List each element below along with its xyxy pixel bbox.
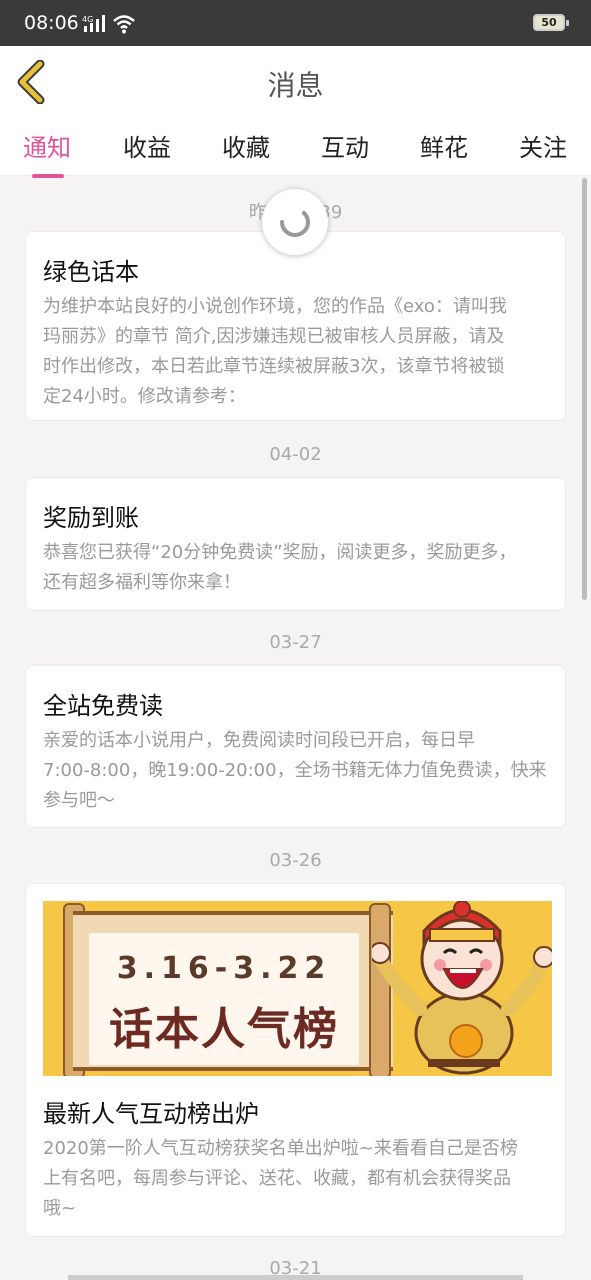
message-list[interactable]: 昨天 13:39 绿色话本 为维护本站良好的小说创作环境，您的作品《exo：请叫… [0,176,591,1280]
status-time: 08:06 [24,12,79,34]
scrollbar[interactable] [582,178,587,600]
tab-label: 通知 [23,134,71,162]
network-type-label: 4G [82,15,93,24]
date-separator: 03-27 [269,632,322,653]
tab-label: 互动 [321,134,369,162]
header-bar: 消息 [0,46,591,118]
tab-favorites[interactable]: 收藏 [201,128,291,163]
message-title: 全站免费读 [43,692,163,720]
message-card[interactable]: 3.16-3.22 话本人气榜 最新人气互动榜出炉 2020第一阶人气互动榜获奖… [25,883,566,1237]
tab-bar: 通知 收益 收藏 互动 鲜花 关注 [0,118,591,178]
tab-label: 收藏 [222,134,270,162]
message-body: 恭喜您已获得“20分钟免费读”奖励，阅读更多，奖励更多， 还有超多福利等你来拿！ [43,542,517,593]
message-card[interactable]: 奖励到账 恭喜您已获得“20分钟免费读”奖励，阅读更多，奖励更多， 还有超多福利… [25,477,566,611]
status-bar: 08:06 4G 50 [0,0,591,46]
page-title: 消息 [267,69,324,102]
tab-following[interactable]: 关注 [498,128,588,163]
message-title: 奖励到账 [43,504,139,532]
loading-spinner [262,189,328,255]
tab-flowers[interactable]: 鲜花 [399,128,489,163]
message-title: 绿色话本 [43,258,139,286]
bottom-edge-card [68,1275,523,1280]
tab-earnings[interactable]: 收益 [102,128,192,163]
banner-dates: 3.16-3.22 [116,951,332,986]
loading-icon [280,211,310,237]
signal-icon: 4G [82,15,105,32]
battery-icon: 50 [533,14,569,31]
tab-label: 鲜花 [420,134,468,162]
tab-interactions[interactable]: 互动 [300,128,390,163]
message-title: 最新人气互动榜出炉 [43,1100,259,1128]
date-separator: 03-26 [269,850,322,871]
date-separator: 04-02 [269,444,322,465]
banner-image: 3.16-3.22 话本人气榜 [43,901,552,1076]
tab-label: 关注 [519,134,567,162]
mascot-illustration [372,901,552,1075]
tab-notifications[interactable]: 通知 [2,128,92,178]
message-body: 2020第一阶人气互动榜获奖名单出炉啦~来看看自己是否榜 上有名吧，每周参与评论… [43,1138,518,1219]
banner-title: 话本人气榜 [109,1004,339,1055]
wifi-icon [113,15,135,34]
message-card[interactable]: 绿色话本 为维护本站良好的小说创作环境，您的作品《exo：请叫我 玛丽苏》的章节… [25,231,566,421]
message-body: 为维护本站良好的小说创作环境，您的作品《exo：请叫我 玛丽苏》的章节 简介,因… [43,296,507,407]
message-body: 亲爱的话本小说用户，免费阅读时间段已开启，每日早 7:00-8:00，晚19:0… [43,730,547,811]
tab-label: 收益 [123,134,171,162]
message-card[interactable]: 全站免费读 亲爱的话本小说用户，免费阅读时间段已开启，每日早 7:00-8:00… [25,665,566,828]
